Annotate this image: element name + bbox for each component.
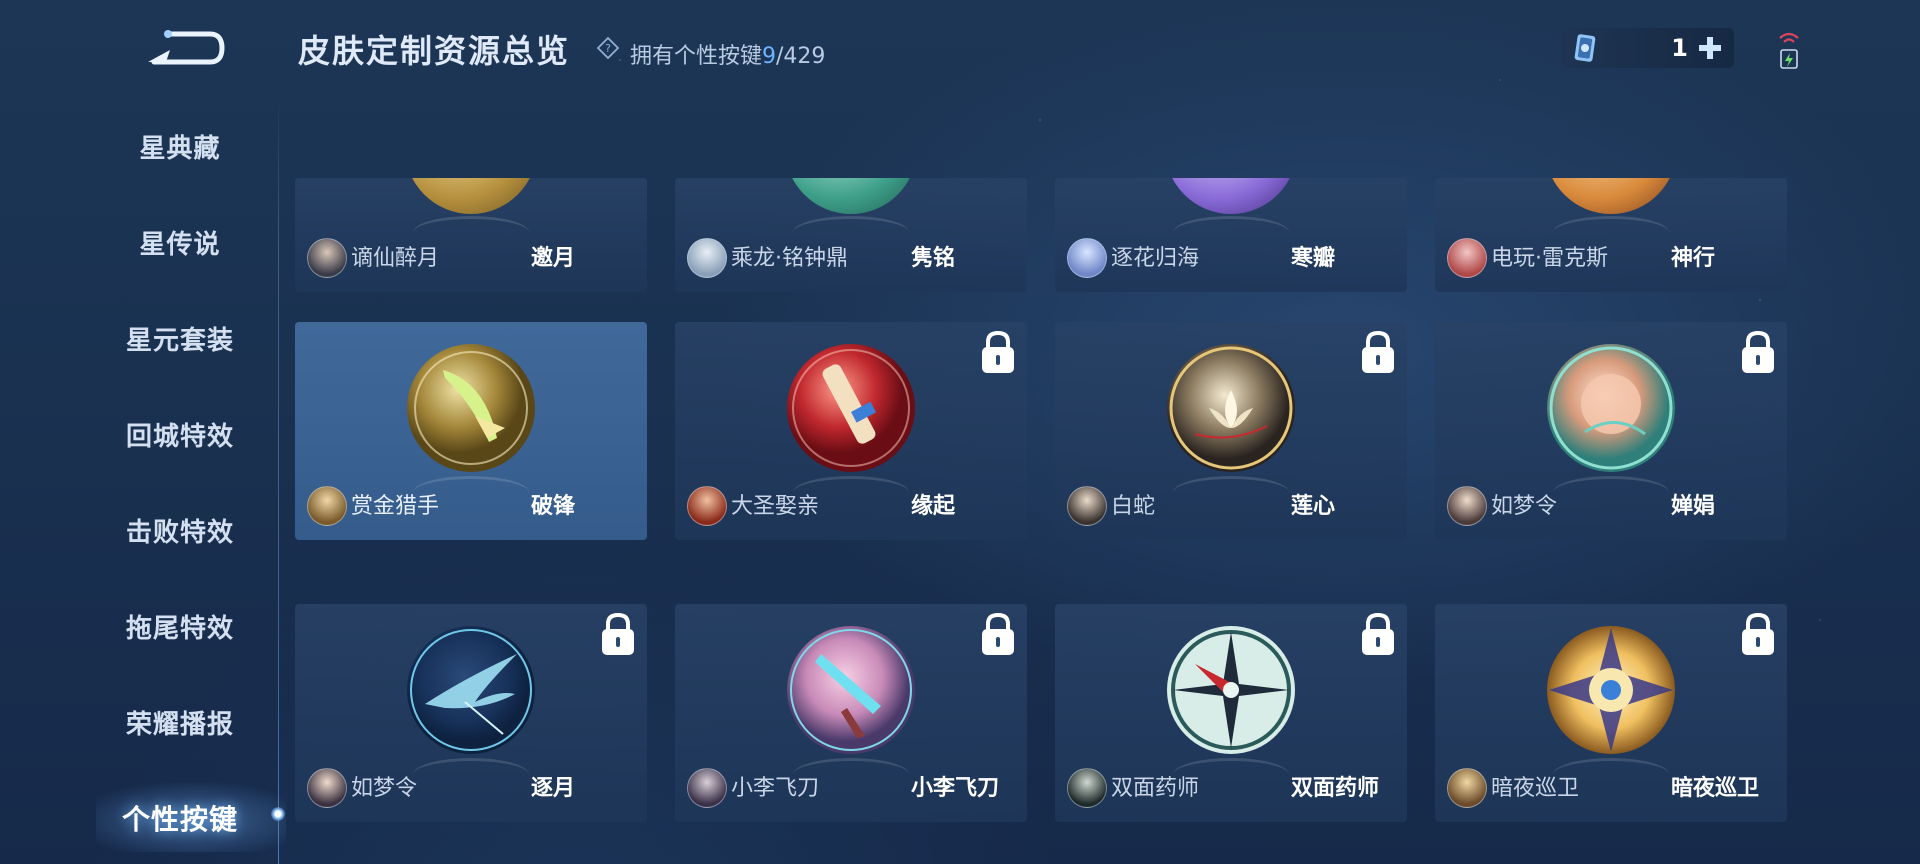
lock-icon <box>1362 612 1394 655</box>
skin-name: 逐月 <box>531 776 576 801</box>
skin-name: 邀月 <box>531 246 576 271</box>
red-scroll-medal-icon <box>787 344 915 472</box>
lock-icon <box>982 330 1014 373</box>
skin-card[interactable]: 如梦令 逐月 <box>295 604 647 822</box>
hero-name: 小李飞刀 <box>731 776 820 801</box>
card-ticket-icon <box>1574 34 1596 62</box>
add-icon[interactable] <box>1696 34 1724 62</box>
back-arrow-icon[interactable] <box>140 20 226 70</box>
owned-label: 拥有个性按键 <box>630 44 763 69</box>
medal-reflection <box>1553 476 1669 509</box>
currency-bar: 1 <box>1562 28 1734 68</box>
compass-medal-icon <box>1167 626 1295 754</box>
hero-name: 赏金猎手 <box>351 494 440 519</box>
sidebar-item-xingyuan-taozhuang[interactable]: 星元套装 <box>100 320 260 357</box>
hero-name: 逐花归海 <box>1111 246 1200 271</box>
hero-avatar <box>1067 238 1107 278</box>
hero-name: 谪仙醉月 <box>351 246 440 271</box>
skin-medal-icon <box>1545 178 1677 214</box>
svg-text:?: ? <box>605 42 611 55</box>
skin-card[interactable]: 逐花归海 寒瓣 <box>1055 178 1407 292</box>
skin-name: 莲心 <box>1291 494 1336 519</box>
skin-card[interactable]: 大圣娶亲 缘起 <box>675 322 1027 540</box>
skin-card[interactable]: 暗夜巡卫 暗夜巡卫 <box>1435 604 1787 822</box>
skin-name: 缘起 <box>911 494 956 519</box>
hero-name: 白蛇 <box>1111 494 1156 519</box>
help-icon[interactable]: ? <box>596 36 620 60</box>
skin-name: 破锋 <box>531 494 576 519</box>
owned-total: /429 <box>776 44 826 69</box>
lock-icon <box>1362 330 1394 373</box>
network-signal-icon <box>1779 32 1799 69</box>
skin-medal-icon <box>785 178 917 214</box>
skin-card[interactable]: 双面药师 双面药师 <box>1055 604 1407 822</box>
sidebar-item-xingdiancang[interactable]: 星典藏 <box>100 128 260 165</box>
hero-avatar <box>1447 238 1487 278</box>
hero-name: 如梦令 <box>351 776 418 801</box>
hero-avatar <box>1067 768 1107 808</box>
lock-icon <box>1742 330 1774 373</box>
hero-name: 电玩·雷克斯 <box>1491 246 1608 271</box>
sidebar-item-rongyao-bobao[interactable]: 荣耀播报 <box>100 704 260 741</box>
flying-blade-medal-icon <box>787 626 915 754</box>
hero-name: 大圣娶亲 <box>731 494 820 519</box>
sidebar-item-jibai-texiao[interactable]: 击败特效 <box>100 512 260 549</box>
hero-avatar <box>687 486 727 526</box>
owned-count: 拥有个性按键9/429 <box>630 38 825 70</box>
medal-reflection <box>413 758 529 791</box>
gold-blade-medal-icon <box>407 344 535 472</box>
hero-avatar <box>307 768 347 808</box>
hero-avatar <box>1447 768 1487 808</box>
skin-name: 寒瓣 <box>1291 246 1336 271</box>
sidebar-item-gexing-anjian[interactable]: 个性按键 <box>100 798 260 838</box>
hero-avatar <box>307 238 347 278</box>
hero-name: 双面药师 <box>1111 776 1200 801</box>
skin-card[interactable]: 小李飞刀 小李飞刀 <box>675 604 1027 822</box>
skin-card[interactable]: 如梦令 婵娟 <box>1435 322 1787 540</box>
lock-icon <box>602 612 634 655</box>
star-eye-medal-icon <box>1547 626 1675 754</box>
hero-avatar <box>1447 486 1487 526</box>
lock-icon <box>1742 612 1774 655</box>
page-title: 皮肤定制资源总览 <box>298 32 571 70</box>
hero-avatar <box>687 768 727 808</box>
sidebar-item-xingchuanshuo[interactable]: 星传说 <box>100 224 260 261</box>
hero-name: 乘龙·铭钟鼎 <box>731 246 848 271</box>
sidebar-item-huicheng-texiao[interactable]: 回城特效 <box>100 416 260 453</box>
skin-medal-icon <box>1165 178 1297 214</box>
skin-name: 神行 <box>1671 246 1716 271</box>
skin-card[interactable]: 谪仙醉月 邀月 <box>295 178 647 292</box>
lock-icon <box>982 612 1014 655</box>
skin-name: 双面药师 <box>1291 776 1380 801</box>
sidebar-item-tuowei-texiao[interactable]: 拖尾特效 <box>100 608 260 645</box>
hero-avatar <box>687 238 727 278</box>
active-indicator-dot <box>271 807 285 821</box>
skin-card[interactable]: 白蛇 莲心 <box>1055 322 1407 540</box>
hero-avatar <box>1067 486 1107 526</box>
moon-medal-icon <box>1547 344 1675 472</box>
lotus-medal-icon <box>1167 344 1295 472</box>
skin-card-selected[interactable]: 赏金猎手 破锋 <box>295 322 647 540</box>
skin-card[interactable]: 乘龙·铭钟鼎 隽铭 <box>675 178 1027 292</box>
skin-name: 暗夜巡卫 <box>1671 776 1760 801</box>
phoenix-medal-icon <box>407 626 535 754</box>
sidebar-divider <box>278 94 279 864</box>
skin-name: 小李飞刀 <box>911 776 1000 801</box>
hero-name: 暗夜巡卫 <box>1491 776 1580 801</box>
medal-reflection <box>1173 476 1289 509</box>
owned-number: 9 <box>762 44 777 69</box>
hero-avatar <box>307 486 347 526</box>
currency-count: 1 <box>1671 34 1688 62</box>
skin-medal-icon <box>405 178 537 214</box>
skin-key-grid: 谪仙醉月 邀月 乘龙·铭钟鼎 隽铭 逐花归海 寒瓣 电玩·雷克斯 神行 赏金猎手… <box>0 0 1920 864</box>
skin-name: 婵娟 <box>1671 494 1716 519</box>
skin-name: 隽铭 <box>911 246 956 271</box>
skin-card[interactable]: 电玩·雷克斯 神行 <box>1435 178 1787 292</box>
hero-name: 如梦令 <box>1491 494 1558 519</box>
